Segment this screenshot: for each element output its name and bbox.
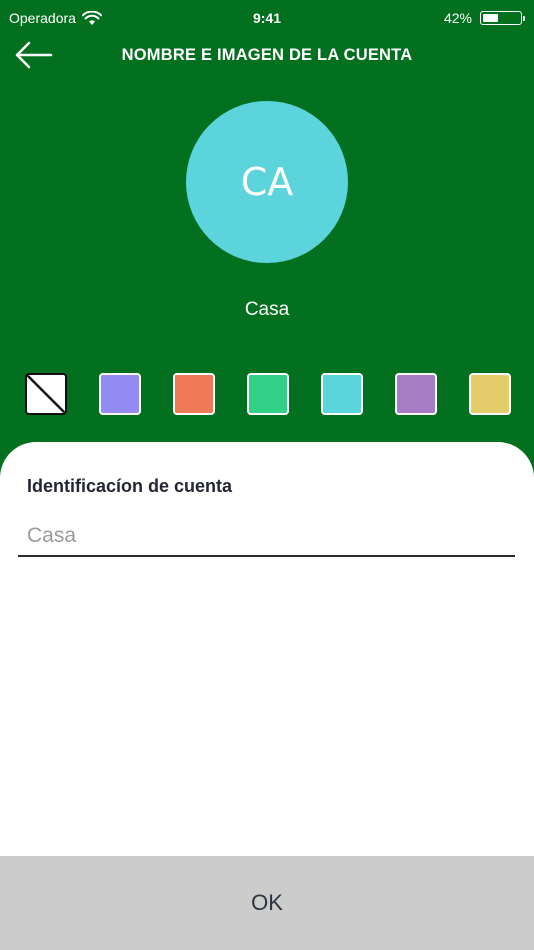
status-bar: Operadora 9:41 42%: [0, 0, 534, 36]
account-name: Casa: [244, 299, 290, 320]
battery-tip: [523, 16, 525, 21]
status-battery: 42%: [443, 10, 525, 26]
color-swatches: [25, 373, 511, 415]
battery-percent: 42%: [443, 10, 472, 26]
form-sheet: Identificacíon de cuenta OK: [0, 442, 534, 950]
header: NOMBRE E IMAGEN DE LA CUENTA: [0, 36, 534, 74]
battery-icon: [480, 11, 525, 25]
swatch-no-color[interactable]: [25, 373, 67, 415]
page-title: NOMBRE E IMAGEN DE LA CUENTA: [121, 46, 413, 64]
account-id-label: Identificacíon de cuenta: [27, 476, 233, 496]
account-id-input[interactable]: [18, 517, 515, 557]
ok-button[interactable]: OK: [0, 856, 534, 950]
no-color-icon: [27, 375, 65, 413]
battery-fill: [483, 14, 499, 22]
color-swatch[interactable]: [247, 373, 289, 415]
avatar: CA: [186, 101, 348, 263]
avatar-initials: CA: [240, 160, 294, 204]
color-swatch[interactable]: [395, 373, 437, 415]
color-swatch[interactable]: [99, 373, 141, 415]
color-swatch[interactable]: [321, 373, 363, 415]
color-swatch[interactable]: [469, 373, 511, 415]
color-swatch[interactable]: [173, 373, 215, 415]
